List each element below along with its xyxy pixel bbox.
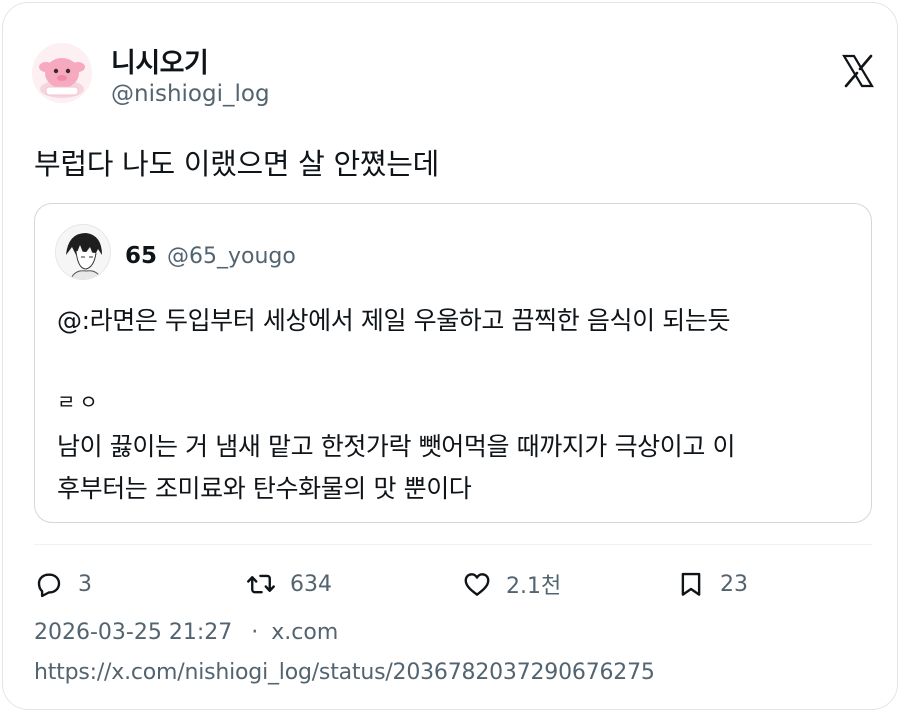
retweet-button[interactable]: 634 xyxy=(246,567,332,601)
tweet-meta: 2026-03-25 21:27 · x.com xyxy=(34,620,338,645)
bookmark-button[interactable]: 23 xyxy=(676,567,748,601)
timestamp[interactable]: 2026-03-25 21:27 xyxy=(34,620,232,645)
retweet-count: 634 xyxy=(290,571,332,597)
bookmark-count: 23 xyxy=(720,571,748,597)
quoted-text-line: ㄹㅇ xyxy=(57,390,102,414)
quoted-handle[interactable]: @65_yougo xyxy=(167,244,296,269)
quoted-text-line: @:라면은 두입부터 세상에서 제일 우울하고 끔찍한 음식이 되는듯 xyxy=(57,306,731,335)
quoted-display-name[interactable]: 65 xyxy=(125,243,157,269)
quoted-text-line: 남이 끓이는 거 냄새 맡고 한젓가락 뺏어먹을 때까지가 극상이고 이 xyxy=(57,432,736,461)
source-link[interactable]: x.com xyxy=(271,620,338,645)
reply-count: 3 xyxy=(78,571,92,597)
retweet-icon xyxy=(247,574,275,594)
heart-icon xyxy=(464,573,490,596)
author-handle[interactable]: @nishiogi_log xyxy=(111,81,270,107)
divider xyxy=(34,544,872,545)
meta-separator: · xyxy=(251,620,259,645)
quoted-author-avatar[interactable] xyxy=(55,224,111,280)
bookmark-icon xyxy=(681,572,701,596)
anime-portrait-icon xyxy=(56,225,110,279)
tweet-card: 니시오기 @nishiogi_log 부럽다 나도 이랬으면 살 안쪘는데 65… xyxy=(2,2,898,710)
tweet-url[interactable]: https://x.com/nishiogi_log/status/203678… xyxy=(34,660,655,685)
pink-character-icon xyxy=(32,43,92,103)
author-avatar[interactable] xyxy=(32,43,92,103)
like-button[interactable]: 2.1천 xyxy=(462,567,561,601)
like-count: 2.1천 xyxy=(506,574,562,599)
x-logo-icon[interactable] xyxy=(842,54,874,88)
quoted-tweet[interactable]: 65 @65_yougo @:라면은 두입부터 세상에서 제일 우울하고 끔찍한… xyxy=(34,203,872,523)
reply-button[interactable]: 3 xyxy=(34,567,92,601)
author-display-name[interactable]: 니시오기 xyxy=(111,41,209,80)
reply-icon xyxy=(37,573,61,598)
tweet-text: 부럽다 나도 이랬으면 살 안쪘는데 xyxy=(34,147,439,181)
quoted-text-line: 후부터는 조미료와 탄수화물의 맛 뿐이다 xyxy=(57,474,472,503)
